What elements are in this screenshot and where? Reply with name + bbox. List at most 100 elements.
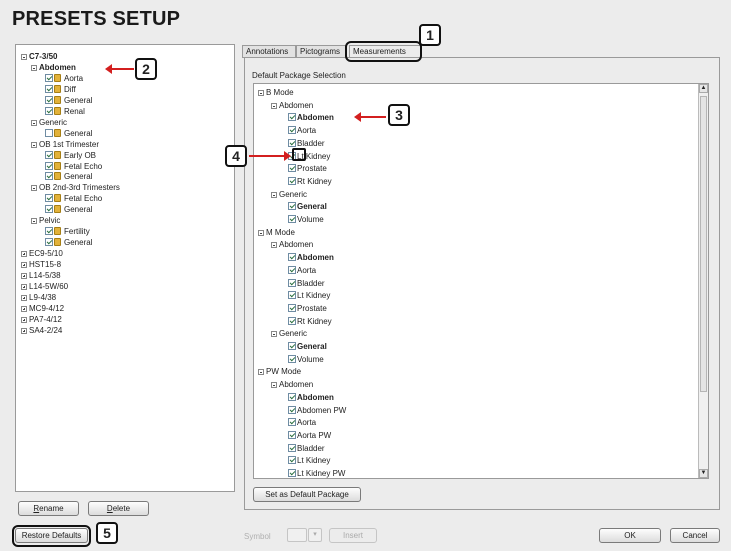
checkbox[interactable] bbox=[288, 342, 296, 350]
checkbox[interactable] bbox=[45, 172, 53, 181]
tree-node[interactable]: L14-5/38 bbox=[21, 270, 61, 281]
tree-node[interactable]: M Mode bbox=[258, 227, 295, 238]
tree-node[interactable]: Abdomen PW bbox=[288, 405, 346, 416]
checkbox[interactable] bbox=[288, 469, 296, 477]
expand-icon[interactable] bbox=[21, 316, 27, 323]
tree-node[interactable]: OB 2nd-3rd Trimesters bbox=[31, 182, 120, 193]
tree-node[interactable]: Bladder bbox=[288, 443, 325, 454]
tree-node[interactable]: General bbox=[288, 201, 327, 212]
collapse-icon[interactable] bbox=[31, 141, 37, 148]
preset-tree[interactable]: C7-3/50 Abdomen Aorta Diff General Renal Gener… bbox=[15, 44, 235, 492]
expand-icon[interactable] bbox=[21, 283, 27, 290]
scrollbar-thumb[interactable] bbox=[700, 96, 707, 392]
tree-node[interactable]: Aorta bbox=[45, 73, 83, 84]
tree-node[interactable]: Renal bbox=[45, 106, 85, 117]
tree-node[interactable]: Aorta PW bbox=[288, 430, 331, 441]
tree-node[interactable]: Aorta bbox=[288, 265, 316, 276]
tree-node[interactable]: PA7-4/12 bbox=[21, 314, 62, 325]
tree-node[interactable]: Abdomen bbox=[288, 112, 334, 123]
checkbox[interactable] bbox=[288, 316, 296, 325]
tree-node[interactable]: Fertility bbox=[45, 226, 90, 237]
checkbox[interactable] bbox=[288, 291, 296, 300]
collapse-icon[interactable] bbox=[271, 382, 277, 389]
tree-node[interactable]: SA4-2/24 bbox=[21, 325, 62, 336]
checkbox[interactable] bbox=[288, 443, 296, 452]
checkbox[interactable] bbox=[288, 430, 296, 439]
checkbox[interactable] bbox=[45, 205, 53, 214]
measurement-tree[interactable]: ▲ ▼ B Mode Abdomen Abdomen Aorta Bladder Lt K… bbox=[253, 83, 709, 479]
checkbox[interactable] bbox=[288, 392, 296, 401]
tree-node[interactable]: OB 1st Trimester bbox=[31, 139, 99, 150]
tree-node[interactable]: Abdomen bbox=[271, 100, 313, 111]
checkbox[interactable] bbox=[288, 303, 296, 312]
tree-node[interactable]: Abdomen bbox=[271, 379, 313, 390]
tree-node[interactable]: L9-4/38 bbox=[21, 292, 56, 303]
checkbox[interactable] bbox=[288, 418, 296, 427]
checkbox[interactable] bbox=[288, 164, 296, 173]
set-default-package-button[interactable]: Set as Default Package bbox=[253, 487, 361, 502]
tree-node[interactable]: PW Mode bbox=[258, 366, 301, 377]
tree-node[interactable]: C7-3/50 bbox=[21, 51, 57, 62]
rename-button[interactable]: Rename bbox=[18, 501, 79, 516]
checkbox[interactable] bbox=[288, 215, 296, 223]
tree-node[interactable]: Volume bbox=[288, 354, 324, 365]
tree-node[interactable]: Abdomen bbox=[31, 62, 76, 73]
collapse-icon[interactable] bbox=[31, 185, 37, 192]
checkbox[interactable] bbox=[45, 84, 53, 93]
tree-node[interactable]: General bbox=[45, 128, 92, 139]
tree-node[interactable]: Generic bbox=[271, 189, 307, 200]
collapse-icon[interactable] bbox=[258, 369, 264, 376]
tree-node[interactable]: Lt Kidney bbox=[288, 455, 330, 466]
cancel-button[interactable]: Cancel bbox=[670, 528, 720, 543]
tree-node[interactable]: Prostate bbox=[288, 303, 327, 314]
collapse-icon[interactable] bbox=[271, 331, 277, 338]
symbol-select[interactable] bbox=[287, 528, 307, 542]
collapse-icon[interactable] bbox=[258, 229, 264, 236]
expand-icon[interactable] bbox=[21, 294, 27, 301]
checkbox[interactable] bbox=[45, 161, 53, 170]
collapse-icon[interactable] bbox=[31, 64, 37, 71]
tree-node[interactable]: Generic bbox=[271, 328, 307, 339]
tree-node[interactable]: General bbox=[45, 237, 92, 248]
checkbox[interactable] bbox=[288, 456, 296, 465]
scroll-down-icon[interactable]: ▼ bbox=[699, 469, 708, 478]
checkbox[interactable] bbox=[45, 194, 53, 203]
tree-node[interactable]: Bladder bbox=[288, 278, 325, 289]
scroll-up-icon[interactable]: ▲ bbox=[699, 84, 708, 93]
tree-node[interactable]: B Mode bbox=[258, 87, 294, 98]
collapse-icon[interactable] bbox=[271, 102, 277, 109]
tree-node[interactable]: Early OB bbox=[45, 150, 96, 161]
tree-node[interactable]: General bbox=[45, 171, 92, 182]
tree-node[interactable]: Aorta bbox=[288, 417, 316, 428]
expand-icon[interactable] bbox=[21, 273, 27, 279]
ok-button[interactable]: OK bbox=[599, 528, 661, 543]
tree-node[interactable]: EC9-5/10 bbox=[21, 248, 63, 259]
tree-node[interactable]: Pelvic bbox=[31, 215, 60, 226]
tree-node[interactable]: Lt Kidney bbox=[288, 290, 330, 301]
vertical-scrollbar[interactable]: ▲ ▼ bbox=[698, 84, 708, 478]
checkbox[interactable] bbox=[288, 253, 296, 262]
tree-node[interactable]: HST15-8 bbox=[21, 259, 61, 270]
tree-node[interactable]: Abdomen bbox=[288, 252, 334, 263]
collapse-icon[interactable] bbox=[271, 242, 277, 249]
checkbox[interactable] bbox=[45, 227, 53, 236]
checkbox[interactable] bbox=[288, 202, 296, 211]
tree-node[interactable]: Lt Kidney PW bbox=[288, 468, 345, 479]
collapse-icon[interactable] bbox=[271, 191, 277, 198]
tree-node[interactable]: Rt Kidney bbox=[288, 176, 332, 187]
expand-icon[interactable] bbox=[21, 251, 27, 258]
checkbox[interactable] bbox=[45, 95, 53, 104]
expand-icon[interactable] bbox=[21, 327, 27, 334]
delete-button[interactable]: Delete bbox=[88, 501, 149, 516]
tree-node[interactable]: Diff bbox=[45, 84, 76, 95]
checkbox[interactable] bbox=[45, 128, 53, 137]
tree-node[interactable]: Rt Kidney bbox=[288, 316, 332, 327]
tree-node[interactable]: Abdomen bbox=[271, 239, 313, 250]
checkbox[interactable] bbox=[288, 278, 296, 287]
collapse-icon[interactable] bbox=[258, 90, 264, 96]
tree-node[interactable]: Aorta bbox=[288, 125, 316, 136]
checkbox[interactable] bbox=[45, 238, 53, 247]
insert-button[interactable]: Insert bbox=[329, 528, 377, 543]
expand-icon[interactable] bbox=[21, 262, 27, 269]
checkbox[interactable] bbox=[45, 106, 53, 115]
